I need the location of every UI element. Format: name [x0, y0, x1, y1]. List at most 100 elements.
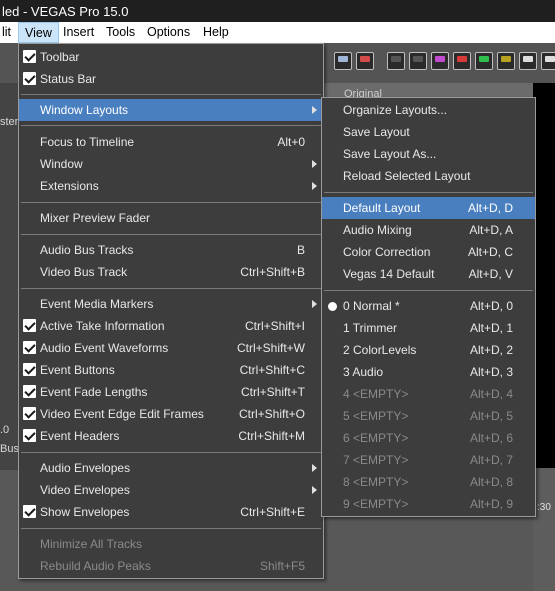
menu-view[interactable]: View — [18, 22, 59, 43]
menu-item-label: Active Take Information — [40, 319, 165, 333]
menu-item-layout-2[interactable]: 2 ColorLevels Alt+D, 2 — [322, 339, 535, 361]
window-layouts-submenu: Organize Layouts... Save Layout Save Lay… — [321, 97, 536, 517]
menu-item-audio-bus-tracks[interactable]: Audio Bus Tracks B — [19, 239, 323, 261]
menu-item-event-headers[interactable]: Event Headers Ctrl+Shift+M — [19, 425, 323, 447]
menu-item-event-buttons[interactable]: Event Buttons Ctrl+Shift+C — [19, 359, 323, 381]
checkmark-icon — [23, 341, 36, 354]
toolbar-icon[interactable] — [541, 52, 555, 70]
menu-item-shortcut: Alt+D, A — [469, 223, 513, 237]
menu-item-layout-4: 4 <EMPTY> Alt+D, 4 — [322, 383, 535, 405]
menu-item-window-layouts[interactable]: Window Layouts — [19, 99, 323, 121]
menu-item-label: Minimize All Tracks — [40, 537, 143, 551]
menu-item-label: 7 <EMPTY> — [343, 453, 409, 467]
menu-item-save-layout-as[interactable]: Save Layout As... — [322, 143, 535, 165]
menu-item-default-layout[interactable]: Default Layout Alt+D, D — [322, 197, 535, 219]
menu-item-label: 8 <EMPTY> — [343, 475, 409, 489]
menu-item-shortcut: Alt+D, D — [467, 201, 513, 215]
toolbar-icon[interactable] — [475, 52, 493, 70]
menu-item-label: Event Headers — [40, 429, 120, 443]
menu-item-video-event-edge-frames[interactable]: Video Event Edge Edit Frames Ctrl+Shift+… — [19, 403, 323, 425]
menu-item-shortcut: Shift+F5 — [259, 559, 305, 573]
menu-item-label: 0 Normal * — [343, 299, 400, 313]
toolbar-icon[interactable] — [519, 52, 537, 70]
menu-item-layout-6: 6 <EMPTY> Alt+D, 6 — [322, 427, 535, 449]
menu-item-status-bar[interactable]: Status Bar — [19, 68, 323, 90]
menu-item-shortcut: Alt+D, 7 — [469, 453, 513, 467]
toolbar-icon[interactable] — [356, 52, 374, 70]
menu-item-window[interactable]: Window — [19, 153, 323, 175]
menu-insert[interactable]: Insert — [57, 22, 100, 43]
toolbar-icon[interactable] — [431, 52, 449, 70]
menu-item-audio-mixing[interactable]: Audio Mixing Alt+D, A — [322, 219, 535, 241]
menu-item-label: 5 <EMPTY> — [343, 409, 409, 423]
menu-item-label: 1 Trimmer — [343, 321, 397, 335]
menu-item-shortcut: Ctrl+Shift+O — [238, 407, 305, 421]
strip-label: Bus — [0, 443, 19, 455]
menu-item-extensions[interactable]: Extensions — [19, 175, 323, 197]
menu-item-label: 2 ColorLevels — [343, 343, 417, 357]
menu-item-vegas14-default[interactable]: Vegas 14 Default Alt+D, V — [322, 263, 535, 285]
menu-help[interactable]: Help — [197, 22, 235, 43]
menu-item-label: Event Media Markers — [40, 297, 154, 311]
menu-item-shortcut: Alt+D, 9 — [469, 497, 513, 511]
toolbar-icon[interactable] — [387, 52, 405, 70]
menu-item-label: Audio Bus Tracks — [40, 243, 134, 257]
menu-item-audio-envelopes[interactable]: Audio Envelopes — [19, 457, 323, 479]
ruler-label: :30 — [537, 502, 551, 513]
menu-item-layout-0[interactable]: 0 Normal * Alt+D, 0 — [322, 295, 535, 317]
menu-item-shortcut: Alt+D, 3 — [469, 365, 513, 379]
menu-separator — [21, 94, 321, 95]
menu-item-label: Default Layout — [343, 201, 421, 215]
menu-item-label: Video Bus Track — [40, 265, 128, 279]
menu-item-shortcut: Alt+D, 0 — [469, 299, 513, 313]
menu-item-rebuild-audio-peaks: Rebuild Audio Peaks Shift+F5 — [19, 555, 323, 577]
menu-item-event-media-markers[interactable]: Event Media Markers — [19, 293, 323, 315]
toolbar-icon[interactable] — [334, 52, 352, 70]
strip-label: ster — [0, 116, 19, 128]
menu-item-reload-layout[interactable]: Reload Selected Layout — [322, 165, 535, 187]
menu-item-label: Vegas 14 Default — [343, 267, 435, 281]
menu-item-mixer-preview-fader[interactable]: Mixer Preview Fader — [19, 207, 323, 229]
menu-item-shortcut: B — [296, 243, 305, 257]
submenu-arrow-icon — [312, 182, 317, 190]
timeline-ruler — [533, 468, 555, 591]
window-title: led - VEGAS Pro 15.0 — [2, 4, 129, 19]
menu-item-label: Window Layouts — [40, 103, 129, 117]
menu-item-layout-7: 7 <EMPTY> Alt+D, 7 — [322, 449, 535, 471]
menu-item-active-take-info[interactable]: Active Take Information Ctrl+Shift+I — [19, 315, 323, 337]
menu-item-label: Event Buttons — [40, 363, 115, 377]
menu-item-label: Save Layout As... — [343, 147, 437, 161]
menu-bar: lit View Insert Tools Options Help — [0, 22, 555, 43]
menu-options[interactable]: Options — [141, 22, 196, 43]
menu-item-video-envelopes[interactable]: Video Envelopes — [19, 479, 323, 501]
menu-item-audio-event-waveforms[interactable]: Audio Event Waveforms Ctrl+Shift+W — [19, 337, 323, 359]
menu-item-show-envelopes[interactable]: Show Envelopes Ctrl+Shift+E — [19, 501, 323, 523]
menu-separator — [21, 288, 321, 289]
submenu-arrow-icon — [312, 160, 317, 168]
toolbar-icon[interactable] — [409, 52, 427, 70]
menu-separator — [21, 452, 321, 453]
toolbar-icon[interactable] — [453, 52, 471, 70]
strip-label: .0 — [0, 424, 10, 436]
menu-item-layout-9: 9 <EMPTY> Alt+D, 9 — [322, 493, 535, 515]
menu-item-label: Extensions — [40, 179, 99, 193]
submenu-arrow-icon — [312, 486, 317, 494]
menu-item-color-correction[interactable]: Color Correction Alt+D, C — [322, 241, 535, 263]
menu-item-shortcut: Alt+D, 5 — [469, 409, 513, 423]
menu-item-label: Color Correction — [343, 245, 431, 259]
menu-tools[interactable]: Tools — [100, 22, 141, 43]
menu-item-layout-1[interactable]: 1 Trimmer Alt+D, 1 — [322, 317, 535, 339]
menu-item-toolbar[interactable]: Toolbar — [19, 46, 323, 68]
menu-item-video-bus-track[interactable]: Video Bus Track Ctrl+Shift+B — [19, 261, 323, 283]
toolbar-icon[interactable] — [497, 52, 515, 70]
menu-item-event-fade-lengths[interactable]: Event Fade Lengths Ctrl+Shift+T — [19, 381, 323, 403]
menu-item-shortcut: Alt+D, 6 — [469, 431, 513, 445]
menu-item-focus-timeline[interactable]: Focus to Timeline Alt+0 — [19, 131, 323, 153]
menu-item-shortcut: Ctrl+Shift+B — [240, 265, 305, 279]
menu-item-layout-3[interactable]: 3 Audio Alt+D, 3 — [322, 361, 535, 383]
menu-item-label: Mixer Preview Fader — [40, 211, 151, 225]
menu-item-save-layout[interactable]: Save Layout — [322, 121, 535, 143]
menu-item-organize-layouts[interactable]: Organize Layouts... — [322, 99, 535, 121]
menu-item-shortcut: Alt+D, 1 — [469, 321, 513, 335]
menu-edit[interactable]: lit — [0, 22, 17, 43]
